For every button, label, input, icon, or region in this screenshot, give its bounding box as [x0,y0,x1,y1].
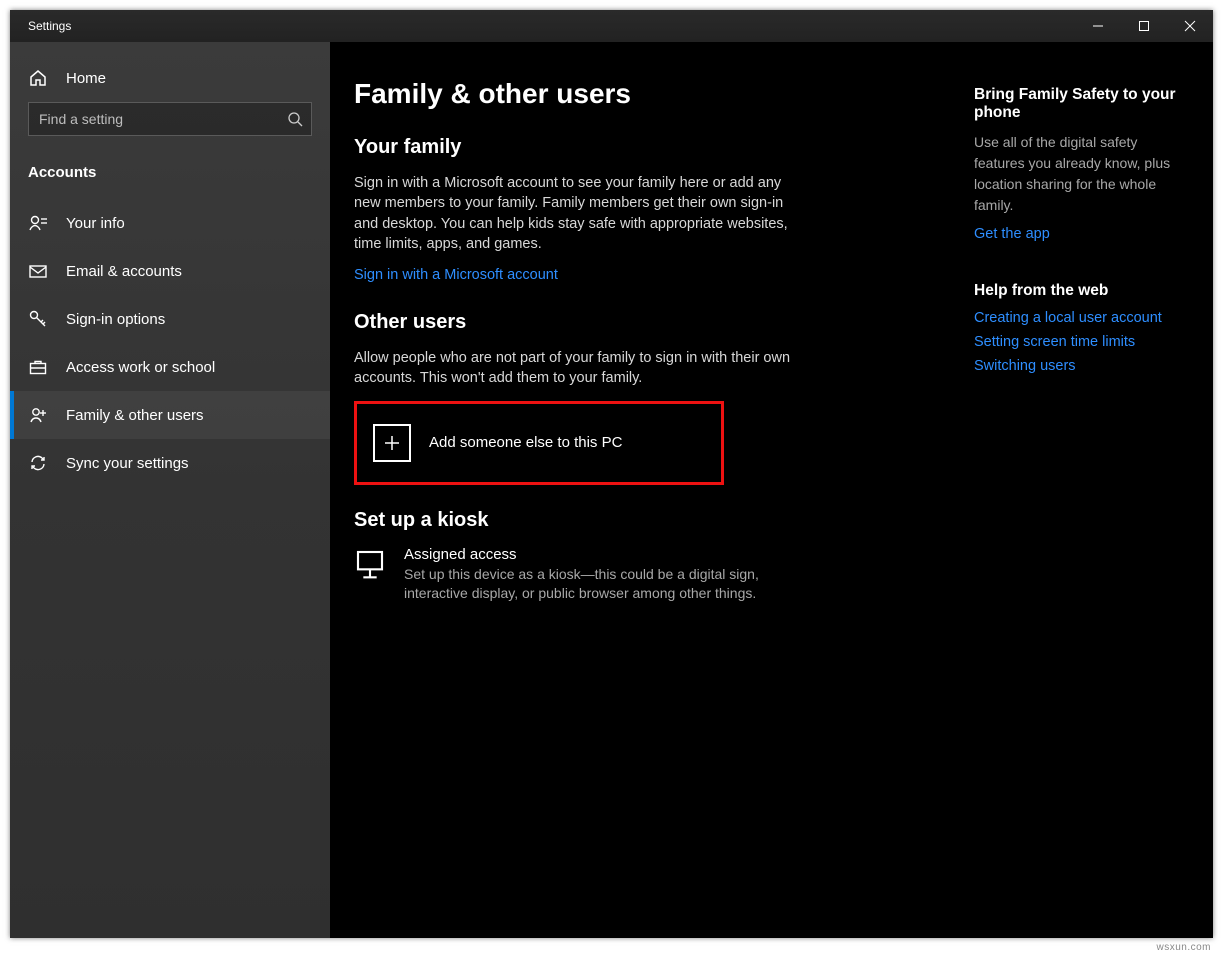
nav-sync-settings[interactable]: Sync your settings [10,439,330,487]
content: Family & other users Your family Sign in… [354,78,914,914]
sidebar: Home Accounts Your info [10,42,330,938]
close-button[interactable] [1167,10,1213,42]
side-rail: Bring Family Safety to your phone Use al… [974,78,1189,914]
search-icon [287,111,303,127]
titlebar: Settings [10,10,1213,42]
other-users-desc: Allow people who are not part of your fa… [354,348,804,389]
help-link-create-local-user[interactable]: Creating a local user account [974,310,1189,326]
nav-label: Access work or school [66,359,215,376]
nav-label: Sign-in options [66,311,165,328]
window-controls [1075,10,1213,42]
get-app-link[interactable]: Get the app [974,226,1189,242]
rail-help-heading: Help from the web [974,282,1189,300]
your-family-desc: Sign in with a Microsoft account to see … [354,173,804,254]
close-icon [1185,21,1195,31]
search-box[interactable] [28,102,312,136]
settings-window: Settings Home [10,10,1213,938]
assigned-access-button[interactable]: Assigned access Set up this device as a … [354,546,914,603]
page-title: Family & other users [354,78,914,110]
key-icon [28,309,48,329]
home-button[interactable]: Home [10,54,330,102]
user-icon [28,213,48,233]
signin-link[interactable]: Sign in with a Microsoft account [354,267,558,283]
section-label: Accounts [10,144,330,191]
nav-label: Your info [66,215,125,232]
watermark: wsxun.com [1156,942,1211,953]
kiosk-icon [354,548,386,580]
nav-label: Sync your settings [66,455,189,472]
rail-safety-heading: Bring Family Safety to your phone [974,86,1189,122]
minimize-icon [1093,21,1103,31]
nav-email-accounts[interactable]: Email & accounts [10,247,330,295]
maximize-icon [1139,21,1149,31]
nav-your-info[interactable]: Your info [10,199,330,247]
assigned-access-desc: Set up this device as a kiosk—this could… [404,565,774,603]
maximize-button[interactable] [1121,10,1167,42]
other-users-heading: Other users [354,311,914,334]
nav-label: Email & accounts [66,263,182,280]
help-link-switching-users[interactable]: Switching users [974,358,1189,374]
nav-access-work-school[interactable]: Access work or school [10,343,330,391]
window-title: Settings [10,19,1075,33]
rail-safety-desc: Use all of the digital safety features y… [974,132,1189,216]
add-someone-label: Add someone else to this PC [429,434,622,451]
search-input[interactable] [29,103,311,135]
plus-icon [373,424,411,462]
nav-family-other-users[interactable]: Family & other users [10,391,330,439]
add-someone-button[interactable]: Add someone else to this PC [354,401,724,485]
kiosk-heading: Set up a kiosk [354,509,914,532]
nav-signin-options[interactable]: Sign-in options [10,295,330,343]
briefcase-icon [28,357,48,377]
assigned-access-title: Assigned access [404,546,774,563]
nav: Your info Email & accounts Sign-in optio… [10,191,330,487]
minimize-button[interactable] [1075,10,1121,42]
your-family-heading: Your family [354,136,914,159]
sync-icon [28,453,48,473]
add-user-icon [28,405,48,425]
mail-icon [28,261,48,281]
main: Family & other users Your family Sign in… [330,42,1213,938]
nav-label: Family & other users [66,407,204,424]
home-icon [28,68,48,88]
home-label: Home [66,70,106,87]
help-link-screen-time[interactable]: Setting screen time limits [974,334,1189,350]
